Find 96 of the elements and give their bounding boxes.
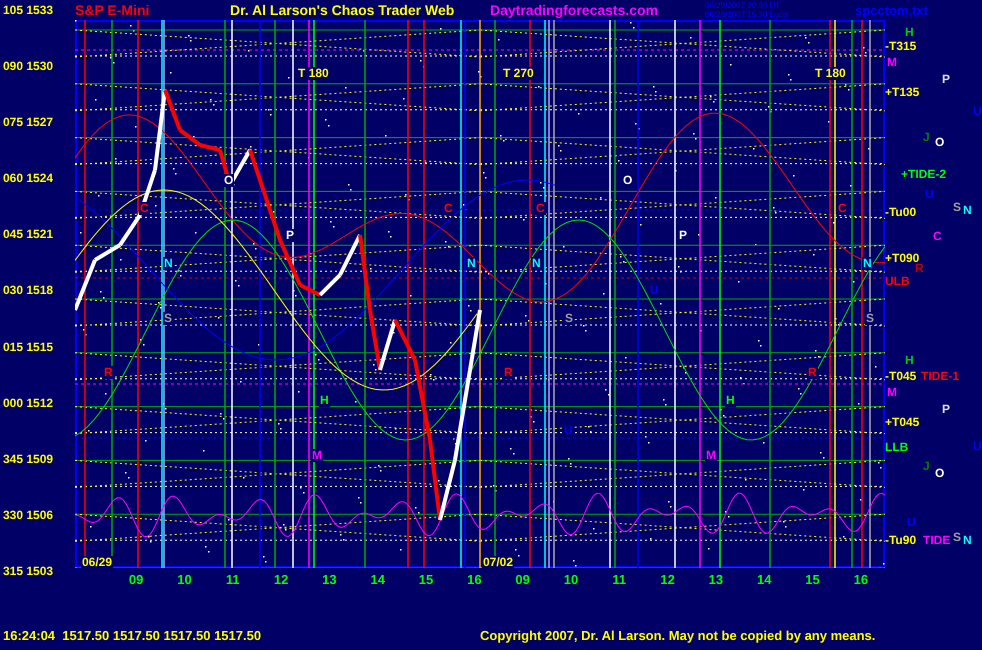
chart-marker-label: P — [285, 229, 296, 242]
chart-marker-label: N — [466, 257, 477, 270]
side-marker-label: TIDE — [923, 534, 950, 547]
chart-marker-label: N — [862, 257, 873, 270]
chart-marker-label: U — [563, 424, 574, 437]
x-axis-label: 12 — [659, 571, 676, 589]
side-marker-label: J — [923, 131, 930, 144]
y-axis-label: 330 1506 — [3, 508, 54, 522]
chart-marker-label: O — [622, 174, 634, 187]
y-axis-label: 345 1509 — [3, 452, 54, 466]
side-marker-label: H — [905, 26, 914, 39]
x-axis-label: 15 — [804, 571, 821, 589]
chart-marker-label: T 180 — [814, 67, 847, 80]
side-marker-label: TIDE-1 — [921, 370, 960, 383]
side-marker-label: +T045 — [885, 416, 920, 429]
side-marker-label: U — [973, 105, 982, 118]
chart-marker-label: C — [837, 202, 848, 215]
x-axis-label: 16 — [466, 571, 483, 589]
side-marker-label: N — [963, 204, 972, 217]
chart-marker-label: T 180 — [297, 67, 330, 80]
x-axis-label: 13 — [321, 571, 338, 589]
side-marker-label: M — [887, 56, 897, 69]
x-axis-label: 10 — [562, 571, 580, 589]
chart-marker-label: C — [139, 202, 150, 215]
chart-marker-label: 07/02 — [482, 556, 514, 569]
side-marker-label: U — [925, 188, 934, 201]
y-axis-label: 015 1515 — [3, 340, 54, 354]
side-marker-label: O — [935, 467, 944, 480]
copyright-text: Copyright 2007, Dr. Al Larson. May not be copied by any means. — [480, 628, 876, 642]
side-marker-label: P — [942, 73, 950, 86]
side-marker-label: U — [907, 516, 916, 529]
side-marker-label: H — [905, 354, 914, 367]
y-axis-label: 000 1512 — [3, 396, 54, 410]
side-marker-label: S — [953, 531, 962, 544]
timestamp: 06/29/2007 20:30 UT — [705, 1, 782, 10]
chart-marker-label: H — [319, 394, 330, 407]
chart-marker-label: S — [564, 312, 574, 325]
chart-marker-label: C — [535, 202, 546, 215]
chart-marker-label: U — [649, 284, 660, 297]
y-axis-label: 030 1518 — [3, 283, 54, 298]
x-axis-label: 11 — [611, 571, 628, 589]
chart-marker-label: M — [705, 449, 717, 462]
side-marker-label: M — [887, 386, 897, 399]
x-axis-label: 10 — [176, 571, 193, 589]
side-marker-label: -T315 — [885, 40, 916, 53]
x-axis-label: 16 — [852, 571, 870, 589]
x-axis-label: 13 — [708, 571, 724, 589]
y-axis-label: 090 1530 — [3, 59, 54, 74]
side-marker-label: +TIDE-2 — [901, 168, 946, 181]
page-title: Dr. Al Larson's Chaos Trader Web — [230, 2, 456, 18]
side-marker-label: -T045 — [885, 370, 916, 383]
price-quote: 16:24:04 1517.50 1517.50 1517.50 1517.50 — [3, 628, 262, 642]
x-axis-label: 12 — [272, 571, 290, 589]
y-axis-label: 045 1521 — [3, 227, 54, 242]
side-marker-label: ULB — [885, 275, 910, 288]
side-marker-label: LLB — [885, 441, 908, 454]
chart-marker-label: P — [678, 229, 688, 242]
x-axis-label: 14 — [369, 571, 386, 589]
side-marker-label: -Tu90 — [885, 534, 916, 547]
chart-marker-label: N — [163, 257, 174, 270]
x-axis-label: 15 — [418, 571, 434, 589]
chart-marker-label: O — [223, 174, 234, 187]
x-axis-label: 09 — [128, 571, 144, 589]
side-marker-label: O — [935, 136, 944, 149]
file-name: spcctom.txt — [855, 2, 928, 18]
side-marker-label: +T135 — [885, 86, 920, 99]
chart-marker-label: C — [443, 202, 454, 215]
chart-marker-label: S — [163, 312, 174, 325]
x-axis-label: 14 — [756, 571, 772, 589]
timestamp: 06/29/2007 15:30 Local — [705, 10, 790, 19]
chart-marker-label: H — [725, 394, 736, 407]
y-axis-label: 315 1503 — [3, 564, 54, 578]
side-marker-label: P — [942, 403, 950, 416]
chart-marker-label: M — [311, 449, 323, 462]
side-marker-label: N — [963, 534, 972, 547]
side-marker-label: C — [933, 230, 942, 243]
side-marker-label: -Tu00 — [885, 206, 916, 219]
y-axis-label: 075 1527 — [3, 115, 54, 130]
instrument-name: S&P E-Mini — [75, 2, 150, 18]
site-name: Daytradingforecasts.com — [490, 2, 660, 18]
x-axis-label: 09 — [514, 571, 531, 589]
chart-marker-label: R — [103, 366, 114, 379]
chart-marker-label: R — [503, 366, 514, 379]
side-marker-label: J — [923, 460, 930, 473]
chart-marker-label: N — [531, 257, 542, 270]
y-axis-label: 060 1524 — [3, 171, 54, 186]
side-marker-label: R — [915, 262, 924, 275]
chart-marker-label: R — [807, 366, 818, 379]
side-marker-label: +T090 — [885, 252, 920, 265]
chart-marker-label: T 270 — [502, 67, 535, 80]
side-marker-label: S — [953, 201, 962, 214]
side-marker-label: U — [973, 440, 982, 453]
chart-marker-label: S — [865, 312, 876, 325]
y-axis-label: 105 1533 — [3, 3, 54, 17]
chart-marker-label: 06/29 — [81, 556, 114, 569]
x-axis-label: 11 — [224, 571, 241, 589]
